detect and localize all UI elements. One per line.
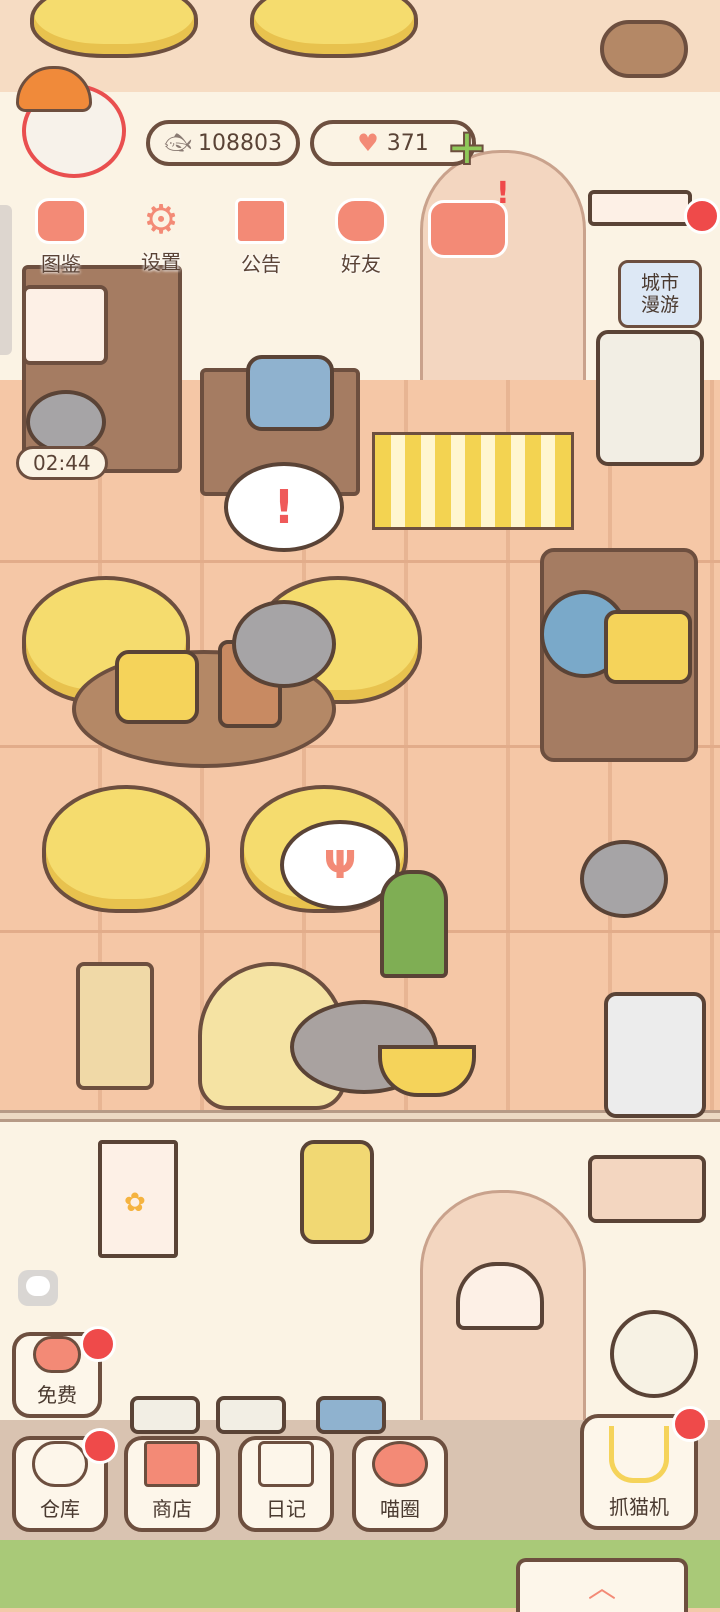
heart-icon: ♥ — [357, 129, 379, 157]
collection-label: 图鉴 — [41, 252, 81, 276]
city-roam-line1: 城市 — [640, 272, 679, 294]
claw-machine-label: 抓猫机 — [609, 1495, 669, 1519]
chevron-up-icon: ︿ — [588, 1571, 617, 1604]
free-badge — [80, 1326, 116, 1362]
settings-label: 设置 — [141, 250, 181, 274]
side-drawer-handle[interactable] — [0, 205, 12, 355]
top-stand[interactable] — [600, 20, 688, 78]
telephone[interactable] — [115, 650, 199, 724]
free-label: 免费 — [37, 1383, 77, 1407]
event-timer: 02:44 — [16, 446, 108, 480]
fork-icon: Ψ — [323, 843, 357, 887]
warehouse-label: 仓库 — [40, 1497, 80, 1521]
water-dispenser[interactable] — [596, 330, 704, 466]
notification-alert-icon: ! — [496, 176, 510, 211]
trash-bin[interactable] — [604, 992, 706, 1118]
wall-lantern[interactable] — [300, 1140, 374, 1244]
meow-circle-label: 喵圈 — [380, 1497, 420, 1521]
alert-bubble[interactable]: ! — [224, 462, 344, 552]
flower-pot[interactable] — [316, 1396, 386, 1434]
warehouse-icon — [32, 1441, 88, 1487]
striped-rug[interactable] — [372, 432, 574, 530]
diary-label: 日记 — [266, 1497, 306, 1521]
paw-icon: ✿ — [124, 1188, 146, 1218]
diary-button[interactable]: 日记 — [238, 1436, 334, 1532]
claw-machine-badge — [672, 1406, 708, 1442]
umbrella-stand[interactable] — [130, 1396, 200, 1434]
top-pouf-right[interactable] — [250, 0, 418, 58]
announcement-button[interactable]: 公告 — [216, 198, 306, 278]
meow-circle-button[interactable]: 喵圈 — [352, 1436, 448, 1532]
mouse-character[interactable] — [232, 600, 336, 688]
diary-icon — [258, 1441, 314, 1487]
shop-icon — [144, 1441, 200, 1487]
cloud-icon — [26, 1276, 50, 1296]
claw-icon — [609, 1426, 669, 1483]
city-roam-line2: 漫游 — [640, 294, 679, 316]
exclamation-icon: ! — [273, 480, 295, 534]
hanging-sign[interactable] — [588, 1155, 706, 1223]
collection-button[interactable]: 图鉴 — [16, 198, 106, 278]
yellow-radio[interactable] — [604, 610, 692, 684]
city-roam-badge — [684, 198, 720, 234]
scratching-post[interactable] — [76, 962, 154, 1090]
pouf-3[interactable] — [42, 785, 210, 913]
planet-cat-icon — [372, 1441, 428, 1487]
shop-label: 商店 — [152, 1497, 192, 1521]
gear-icon: ⚙ — [143, 197, 179, 243]
shop-button[interactable]: 商店 — [124, 1436, 220, 1532]
friends-icon — [335, 198, 387, 244]
expand-up-button[interactable]: ︿ — [516, 1558, 688, 1612]
wind-chime[interactable] — [456, 1262, 544, 1330]
heart-icon — [33, 1336, 81, 1373]
city-roam-hanger — [588, 190, 692, 226]
add-currency-button[interactable]: + — [445, 121, 489, 173]
heart-count: 371 — [386, 130, 429, 156]
settings-button[interactable]: ⚙ 设置 — [116, 198, 206, 278]
fish-currency[interactable]: 🐟︎ 108803 — [146, 120, 300, 166]
fish-icon: 🐟︎ — [164, 130, 192, 156]
announcement-label: 公告 — [241, 252, 281, 276]
timer-mouse[interactable] — [26, 390, 106, 454]
broom-stand[interactable] — [216, 1396, 286, 1434]
city-roam-button[interactable]: 城市 漫游 — [618, 260, 702, 328]
gift-icon — [235, 198, 287, 244]
fish-count: 108803 — [197, 130, 282, 156]
warehouse-badge — [82, 1428, 118, 1464]
friends-button[interactable]: 好友 — [316, 198, 406, 278]
paw-banner[interactable]: ✿ — [98, 1140, 178, 1258]
radio[interactable] — [246, 355, 334, 431]
top-pouf-left[interactable] — [30, 0, 198, 58]
calendar-board[interactable] — [22, 285, 108, 365]
plant[interactable] — [380, 870, 448, 978]
kettle[interactable] — [610, 1310, 698, 1398]
cat-head-icon — [35, 198, 87, 244]
angry-mouse[interactable] — [580, 840, 668, 918]
friends-label: 好友 — [341, 252, 381, 276]
